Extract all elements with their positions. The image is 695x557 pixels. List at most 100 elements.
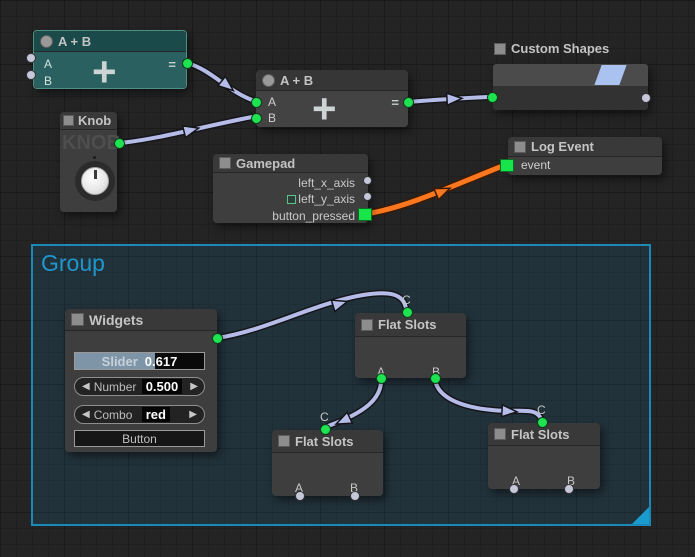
- custom-shapes-pin-row: [493, 86, 648, 110]
- pin-add1-output[interactable]: [182, 58, 193, 69]
- node-gamepad-body: left_x_axis left_y_axis button_pressed: [213, 173, 368, 223]
- node-state-icon: [63, 115, 74, 126]
- combo-right-arrow-icon[interactable]: ▶: [189, 409, 197, 420]
- pin-gamepad-left-y-axis[interactable]: [363, 192, 372, 201]
- node-editor-canvas[interactable]: Group: [0, 0, 695, 557]
- output-label-left-x-axis: left_x_axis: [298, 176, 355, 190]
- input-label-a: A: [44, 57, 52, 71]
- node-title: Knob: [78, 113, 111, 128]
- node-flat-slots-top-body: A B: [355, 337, 466, 378]
- node-state-icon: [71, 313, 84, 326]
- checkbox-icon[interactable]: [287, 195, 296, 204]
- number-stepper[interactable]: ◀ Number 0.500 ▶: [74, 377, 205, 396]
- number-label: Number: [94, 380, 138, 394]
- output-label-button-pressed: button_pressed: [272, 209, 355, 223]
- wire-knob-to-add2[interactable]: [119, 117, 252, 143]
- node-title: Flat Slots: [511, 427, 570, 442]
- node-custom-shapes[interactable]: [493, 64, 648, 110]
- node-title: Widgets: [89, 312, 143, 328]
- wire-flattop-to-flatleft[interactable]: [328, 379, 381, 430]
- node-state-icon: [278, 435, 290, 447]
- knob-indicator-dot: [93, 156, 96, 159]
- pin-flatright-output-b[interactable]: [564, 484, 574, 494]
- node-gamepad-header[interactable]: Gamepad: [213, 154, 368, 173]
- output-label-equals: =: [168, 57, 176, 72]
- node-flat-slots-right[interactable]: Flat Slots A B: [488, 423, 600, 489]
- input-label-b: B: [268, 111, 276, 125]
- pin-add2-output[interactable]: [403, 97, 414, 108]
- node-widgets[interactable]: Widgets Slider 0.617 ◀ Number 0.500 ▶ ◀ …: [65, 309, 217, 452]
- knob-tick: [94, 170, 97, 179]
- pin-flatright-output-a[interactable]: [509, 484, 519, 494]
- slot-label-c: C: [537, 403, 546, 417]
- parallelogram-shape: [594, 65, 626, 85]
- slot-label-c: C: [402, 293, 411, 307]
- node-knob-header[interactable]: Knob: [60, 112, 117, 130]
- pin-shapes-input[interactable]: [487, 92, 498, 103]
- combo-left-arrow-icon[interactable]: ◀: [82, 409, 90, 420]
- node-knob-body: KNOB: [60, 130, 117, 212]
- node-title: Flat Slots: [378, 317, 437, 332]
- node-gamepad[interactable]: Gamepad left_x_axis left_y_axis button_p…: [213, 154, 368, 223]
- node-log-event-body: event: [508, 157, 662, 175]
- button-widget[interactable]: Button: [74, 430, 205, 447]
- pin-knob-output[interactable]: [114, 138, 125, 149]
- node-add-gray[interactable]: A + B A B + =: [256, 70, 408, 127]
- pin-flatleft-output-a[interactable]: [295, 491, 305, 501]
- pin-gamepad-left-x-axis[interactable]: [363, 176, 372, 185]
- combo-selector[interactable]: ◀ Combo red ▶: [74, 405, 205, 424]
- input-label-event: event: [521, 158, 550, 172]
- slider-widget[interactable]: Slider 0.617: [74, 352, 205, 370]
- input-label-a: A: [268, 95, 276, 109]
- combo-value[interactable]: red: [142, 407, 170, 422]
- stepper-left-arrow-icon[interactable]: ◀: [82, 381, 90, 392]
- pin-gamepad-button-pressed[interactable]: [358, 208, 372, 221]
- slider-value: 0.617: [145, 354, 178, 369]
- knob-display-text: KNOB: [62, 132, 121, 155]
- wire-add1-to-add2[interactable]: [187, 63, 252, 100]
- pin-flattop-output-a[interactable]: [376, 373, 387, 384]
- node-title: A + B: [280, 73, 313, 88]
- node-title: A + B: [58, 34, 91, 49]
- slider-label: Slider: [102, 354, 138, 369]
- pin-flatleft-input-c[interactable]: [320, 424, 331, 435]
- node-title: Gamepad: [236, 156, 295, 171]
- node-log-event[interactable]: Log Event event: [508, 137, 662, 175]
- node-knob[interactable]: Knob KNOB: [60, 112, 117, 212]
- node-state-icon: [219, 157, 231, 169]
- pin-add2-input-b[interactable]: [251, 113, 262, 124]
- pin-add1-input-a[interactable]: [26, 53, 36, 63]
- pin-flattop-input-c[interactable]: [402, 307, 413, 318]
- pin-add1-input-b[interactable]: [26, 70, 36, 80]
- node-state-icon: [361, 319, 373, 331]
- wire-gamepad-to-logevent[interactable]: [371, 167, 500, 213]
- slot-label-c: C: [320, 410, 329, 424]
- pin-logevent-event[interactable]: [500, 159, 514, 172]
- number-value[interactable]: 0.500: [142, 379, 183, 394]
- node-log-event-header[interactable]: Log Event: [508, 137, 662, 157]
- combo-label: Combo: [94, 408, 138, 422]
- pin-flatright-input-c[interactable]: [537, 417, 548, 428]
- wire-add2-to-shapes[interactable]: [408, 92, 488, 105]
- wire-flattop-to-flatright[interactable]: [435, 379, 541, 419]
- pin-add2-input-a[interactable]: [251, 97, 262, 108]
- pin-widgets-output[interactable]: [212, 333, 223, 344]
- node-add-teal[interactable]: A + B A B + =: [33, 30, 187, 89]
- pin-flattop-output-b[interactable]: [430, 373, 441, 384]
- pin-shapes-output[interactable]: [641, 93, 651, 103]
- node-title: Custom Shapes: [511, 41, 609, 56]
- node-state-icon: [494, 428, 506, 440]
- node-state-icon: [494, 43, 506, 55]
- node-flat-slots-left[interactable]: Flat Slots A B: [272, 430, 383, 496]
- pin-flatleft-output-b[interactable]: [350, 491, 360, 501]
- custom-shapes-display: [493, 64, 648, 86]
- node-add-teal-body: A B + =: [34, 52, 186, 88]
- knob-widget[interactable]: [75, 161, 115, 201]
- knob-dial[interactable]: [81, 167, 109, 195]
- node-flat-slots-top[interactable]: Flat Slots A B: [355, 313, 466, 378]
- node-add-gray-body: A B + =: [256, 91, 408, 127]
- stepper-right-arrow-icon[interactable]: ▶: [190, 381, 198, 392]
- node-custom-shapes-header[interactable]: Custom Shapes: [494, 41, 609, 56]
- node-widgets-header[interactable]: Widgets: [65, 309, 217, 331]
- node-flat-slots-right-body: A B: [488, 446, 600, 489]
